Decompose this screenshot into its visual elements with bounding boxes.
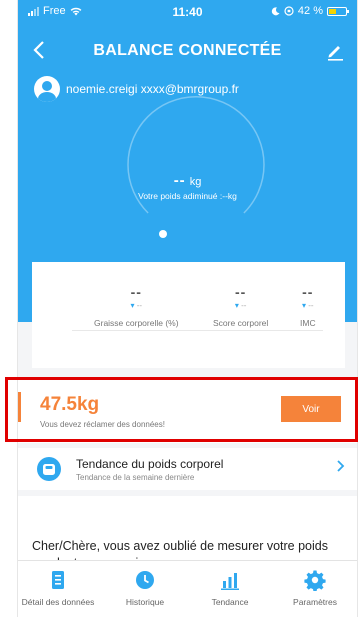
weight-trend-row[interactable]: Tendance du poids corporel Tendance de l… bbox=[18, 448, 357, 490]
claim-message: Vous devez réclamer des données! bbox=[40, 420, 165, 429]
tab-bar: Détail des données Historique Tendance P… bbox=[18, 560, 357, 617]
stat-body-score[interactable]: -- ▾ -- Score corporel bbox=[213, 284, 268, 328]
divider bbox=[72, 330, 323, 331]
status-bar: Free 11:40 42 % bbox=[18, 0, 357, 22]
page-title: BALANCE CONNECTÉE bbox=[93, 42, 282, 59]
stat-bmi[interactable]: -- ▾ -- IMC bbox=[300, 284, 316, 328]
gear-icon bbox=[304, 570, 326, 591]
tab-label: Paramètres bbox=[293, 597, 337, 607]
chevron-right-icon bbox=[336, 458, 346, 479]
scale-icon bbox=[37, 457, 61, 481]
claim-data-panel: 47.5kg Vous devez réclamer des données! … bbox=[18, 378, 357, 443]
trend-title: Tendance du poids corporel bbox=[76, 457, 224, 471]
gauge-marker[interactable] bbox=[159, 230, 167, 238]
unclaimed-weight: 47.5kg bbox=[40, 394, 100, 415]
pencil-icon[interactable] bbox=[325, 41, 345, 61]
tab-history[interactable]: Historique bbox=[105, 569, 185, 607]
app-screen: Free 11:40 42 % BALANCE CONNECTÉE noemie… bbox=[17, 0, 358, 617]
tab-trend[interactable]: Tendance bbox=[190, 569, 270, 607]
battery-percent: 42 % bbox=[297, 5, 323, 17]
trend-subtitle: Tendance de la semaine dernière bbox=[76, 473, 195, 482]
orientation-lock-icon bbox=[284, 6, 294, 16]
bar-chart-icon bbox=[221, 573, 239, 590]
weight-change-text: Votre poids adiminué :--kg bbox=[138, 191, 237, 201]
battery-icon bbox=[327, 6, 349, 16]
tab-label: Détail des données bbox=[21, 597, 95, 607]
tab-label: Tendance bbox=[211, 597, 249, 607]
moon-icon bbox=[271, 6, 280, 15]
weight-gauge bbox=[127, 96, 265, 238]
document-icon bbox=[52, 571, 64, 589]
body-stats-card: -- ▾ -- Graisse corporelle (%) -- ▾ -- S… bbox=[32, 262, 345, 368]
tab-data-detail[interactable]: Détail des données bbox=[18, 569, 98, 607]
tab-settings[interactable]: Paramètres bbox=[275, 569, 355, 607]
accent-bar bbox=[18, 392, 21, 422]
stat-body-fat[interactable]: -- ▾ -- Graisse corporelle (%) bbox=[94, 284, 179, 328]
navigation-bar: BALANCE CONNECTÉE bbox=[18, 38, 357, 66]
tab-label: Historique bbox=[125, 597, 165, 607]
avatar bbox=[34, 76, 60, 102]
view-button[interactable]: Voir bbox=[281, 396, 341, 422]
reminder-text: Cher/Chère, vous avez oublié de mesurer … bbox=[32, 539, 328, 560]
gauge-value: -- kg bbox=[173, 172, 202, 189]
reminder-card: Cher/Chère, vous avez oublié de mesurer … bbox=[18, 496, 357, 560]
clock-icon bbox=[136, 571, 154, 589]
